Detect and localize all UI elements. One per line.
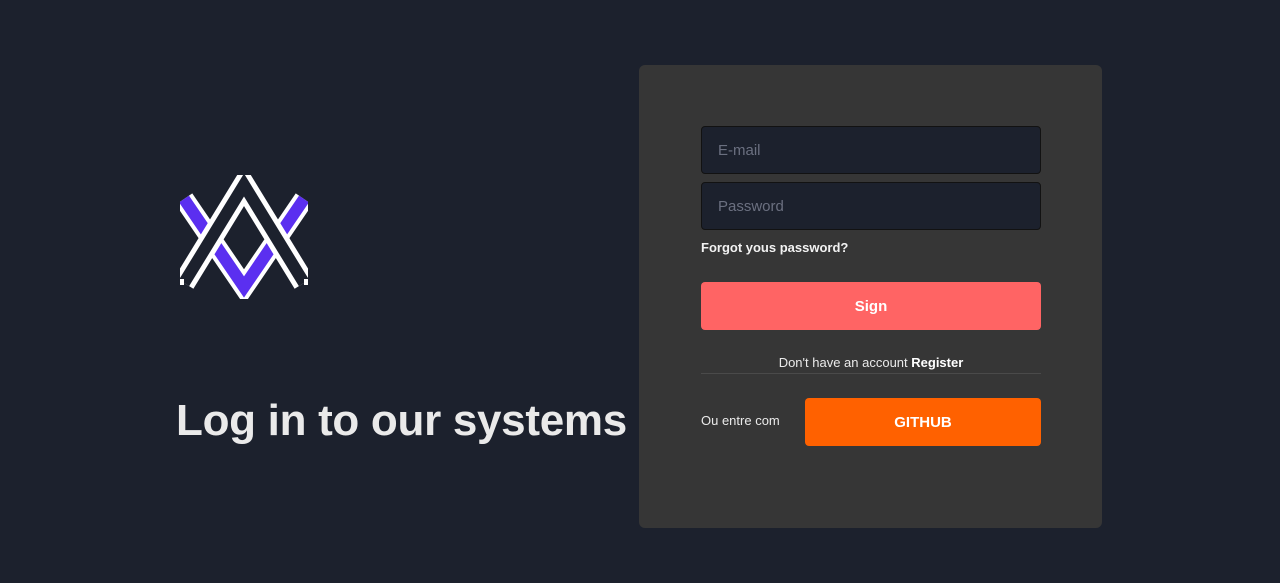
password-field[interactable] [701,182,1041,230]
register-row: Don't have an account Register [701,355,1041,370]
logo-icon [180,175,308,299]
register-link[interactable]: Register [911,355,963,370]
alt-login-label: Ou entre com [701,413,780,428]
github-login-button[interactable]: GITHUB [805,398,1041,446]
login-card: Forgot yous password? Sign Don't have an… [639,65,1102,528]
page-headline: Log in to our systems [176,396,627,445]
no-account-text: Don't have an account [778,355,912,370]
login-page: Log in to our systems Forgot yous passwo… [0,0,1280,583]
email-field[interactable] [701,126,1041,174]
forgot-password-link[interactable]: Forgot yous password? [701,240,848,255]
divider [701,373,1041,374]
sign-button[interactable]: Sign [701,282,1041,330]
